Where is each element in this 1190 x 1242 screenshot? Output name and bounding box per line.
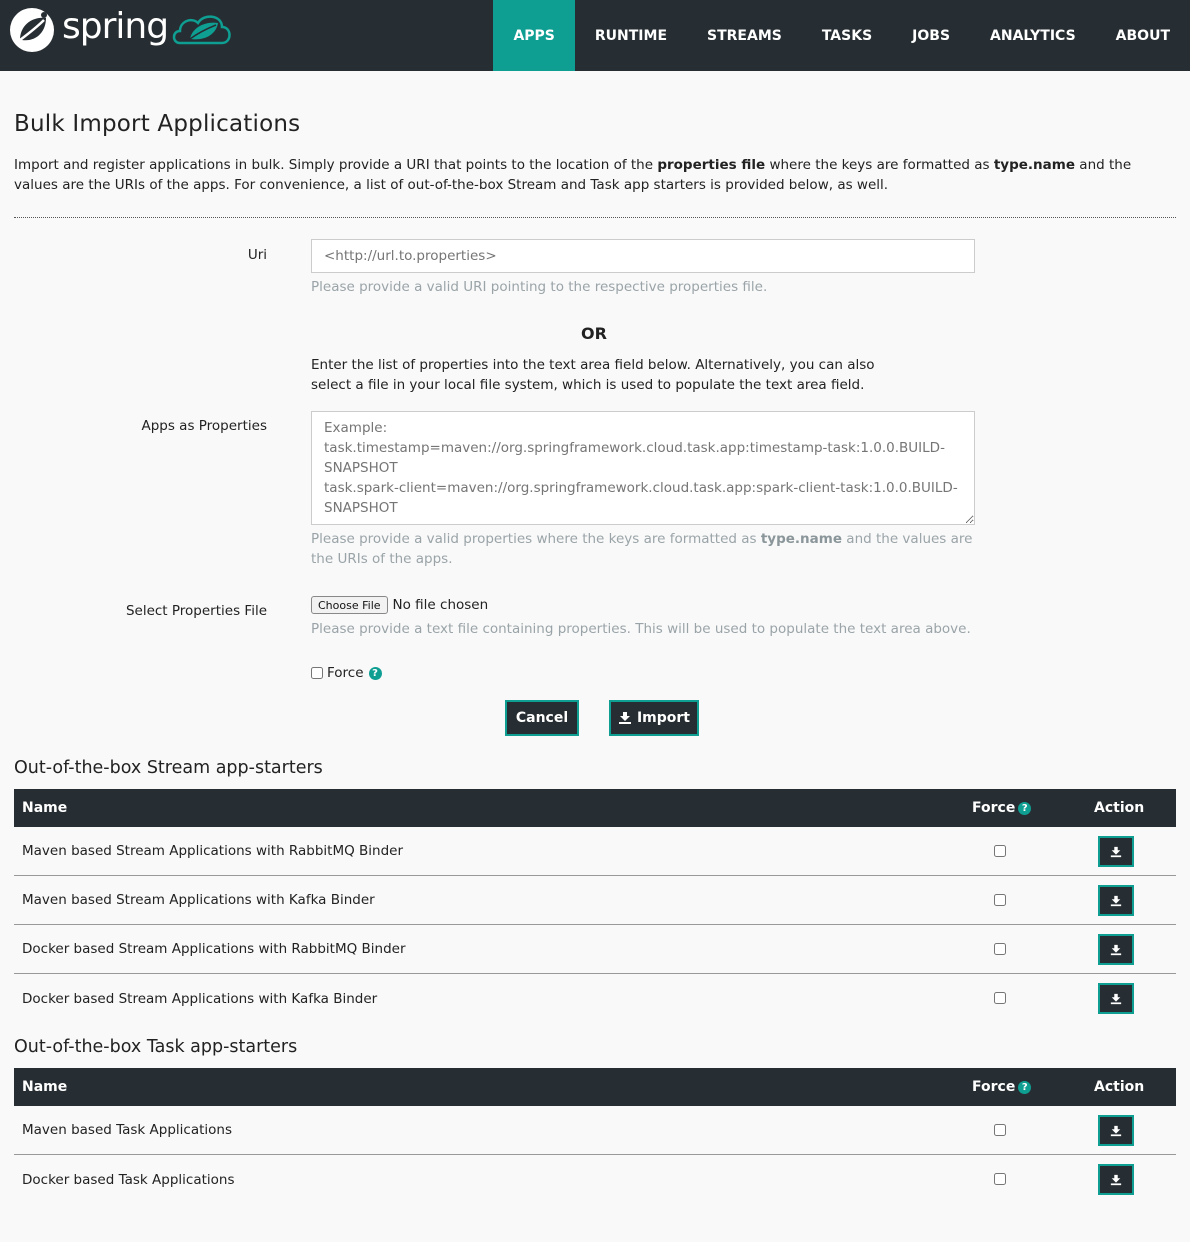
nav-jobs[interactable]: JOBS (892, 0, 970, 71)
stream-starters-table: Name Force? Action Maven based Stream Ap… (14, 789, 1176, 1023)
import-starter-button[interactable] (1098, 836, 1134, 867)
props-help-text-1: Please provide a valid properties where … (311, 531, 761, 547)
intro-bold-2: type.name (993, 157, 1075, 173)
import-starter-button[interactable] (1098, 934, 1134, 965)
nav-tasks[interactable]: TASKS (802, 0, 892, 71)
import-icon (1110, 846, 1122, 857)
or-separator: OR (581, 324, 607, 343)
main-content: Bulk Import Applications Import and regi… (0, 111, 1190, 1204)
app-starter-name: Maven based Task Applications (22, 1122, 232, 1138)
app-starter-name: Maven based Stream Applications with Rab… (22, 843, 404, 859)
table-header: Name Force? Action (14, 1068, 1176, 1106)
table-row: Maven based Task Applications (14, 1106, 1176, 1155)
import-button[interactable]: Import (609, 700, 699, 736)
spring-leaf-icon (10, 8, 54, 52)
force-checkbox[interactable] (994, 943, 1006, 955)
page-title: Bulk Import Applications (14, 111, 301, 137)
import-icon (1110, 944, 1122, 955)
col-force-label: Force (972, 1079, 1016, 1095)
stream-starters-title: Out-of-the-box Stream app-starters (14, 758, 323, 778)
import-starter-button[interactable] (1098, 983, 1134, 1014)
bulk-import-form: Uri Please provide a valid URI pointing … (14, 218, 1176, 758)
app-starter-name: Docker based Stream Applications with Ra… (22, 941, 406, 957)
file-label: Select Properties File (125, 603, 267, 619)
properties-textarea[interactable] (311, 411, 975, 525)
table-row: Maven based Stream Applications with Kaf… (14, 876, 1176, 925)
table-row: Docker based Task Applications (14, 1155, 1176, 1204)
table-row: Docker based Stream Applications with Ka… (14, 974, 1176, 1023)
import-button-label: Import (636, 710, 691, 726)
question-circle-icon[interactable]: ? (1018, 1080, 1032, 1094)
choose-file-button[interactable]: Choose File (311, 596, 388, 614)
import-icon (1110, 1125, 1122, 1136)
question-circle-icon[interactable]: ? (1018, 801, 1032, 815)
force-checkbox[interactable] (311, 667, 323, 679)
nav-about[interactable]: ABOUT (1096, 0, 1190, 71)
col-name: Name (22, 1079, 68, 1095)
col-force: Force? (972, 1079, 1032, 1095)
question-circle-icon[interactable]: ? (368, 666, 382, 680)
props-label: Apps as Properties (141, 418, 267, 434)
intro-bold-1: properties file (657, 157, 766, 173)
cloud-leaf-icon (172, 15, 231, 45)
file-picker: Choose File No file chosen (311, 596, 488, 614)
force-checkbox[interactable] (994, 1124, 1006, 1136)
import-icon (618, 712, 631, 724)
spring-logo[interactable]: spring (8, 6, 236, 54)
import-starter-button[interactable] (1098, 1164, 1134, 1195)
col-name: Name (22, 800, 68, 816)
uri-label: Uri (247, 247, 267, 263)
top-navbar: spring APPS RUNTIME STREAMS TASKS JOBS A… (0, 0, 1190, 71)
import-starter-button[interactable] (1098, 1115, 1134, 1146)
file-status: No file chosen (392, 597, 489, 613)
col-force-label: Force (972, 800, 1016, 816)
nav-streams[interactable]: STREAMS (687, 0, 802, 71)
nav-analytics[interactable]: ANALYTICS (970, 0, 1096, 71)
table-row: Docker based Stream Applications with Ra… (14, 925, 1176, 974)
uri-input[interactable] (311, 239, 975, 273)
force-checkbox[interactable] (994, 992, 1006, 1004)
force-label: Force (327, 665, 364, 681)
force-checkbox[interactable] (994, 845, 1006, 857)
intro-text-2: where the keys are formatted as (765, 157, 994, 173)
import-icon (1110, 1174, 1122, 1185)
brand-wordmark: spring (62, 6, 169, 47)
app-starter-name: Docker based Stream Applications with Ka… (22, 990, 378, 1007)
nav-runtime[interactable]: RUNTIME (575, 0, 687, 71)
app-starter-name: Docker based Task Applications (22, 1171, 235, 1188)
table-header: Name Force? Action (14, 789, 1176, 827)
app-starter-name: Maven based Stream Applications with Kaf… (22, 892, 375, 908)
props-help-bold: type.name (760, 531, 842, 547)
cancel-button[interactable]: Cancel (505, 700, 579, 736)
uri-help: Please provide a valid URI pointing to t… (311, 279, 768, 295)
nav-apps[interactable]: APPS (493, 0, 575, 71)
col-force: Force? (972, 800, 1032, 816)
import-icon (1110, 993, 1122, 1004)
force-checkbox[interactable] (994, 894, 1006, 906)
task-starters-table: Name Force? Action Maven based Task Appl… (14, 1068, 1176, 1204)
col-action: Action (1094, 800, 1145, 816)
or-instructions: Enter the list of properties into the te… (311, 357, 875, 393)
task-starters-title: Out-of-the-box Task app-starters (14, 1037, 298, 1057)
col-action: Action (1094, 1079, 1145, 1095)
force-checkbox[interactable] (994, 1173, 1006, 1185)
import-icon (1110, 895, 1122, 906)
table-row: Maven based Stream Applications with Rab… (14, 827, 1176, 876)
props-help: Please provide a valid properties where … (311, 529, 981, 569)
intro-text-1: Import and register applications in bulk… (14, 157, 658, 173)
main-nav: APPS RUNTIME STREAMS TASKS JOBS ANALYTIC… (493, 0, 1190, 71)
import-starter-button[interactable] (1098, 885, 1134, 916)
page-intro: Import and register applications in bulk… (14, 155, 1174, 195)
force-option: Force ? (311, 665, 382, 681)
file-help: Please provide a text file containing pr… (311, 621, 971, 637)
